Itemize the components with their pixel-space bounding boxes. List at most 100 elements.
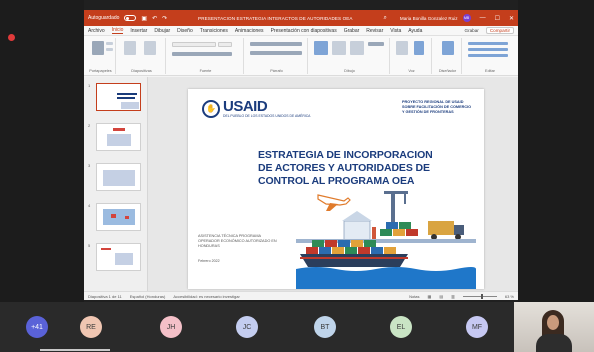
- new-slide-icon[interactable]: [124, 41, 136, 55]
- reading-view-icon[interactable]: ▥: [451, 294, 455, 299]
- find-icon[interactable]: [396, 41, 408, 55]
- thumb-graphic: [103, 170, 135, 186]
- usaid-logo-text: USAID: [223, 98, 268, 115]
- normal-view-icon[interactable]: ▦: [428, 294, 432, 299]
- shape-fill-icon[interactable]: [368, 42, 384, 46]
- participant-avatar[interactable]: EL: [390, 316, 412, 338]
- sorter-view-icon[interactable]: ▤: [439, 294, 443, 299]
- participant-avatar[interactable]: MF: [466, 316, 488, 338]
- save-icon[interactable]: ▣: [141, 15, 147, 22]
- thumb-graphic: [111, 214, 116, 218]
- user-avatar[interactable]: MB: [462, 14, 471, 22]
- editor-workspace: 1 2 3 4 5 ✋ USAID DEL PUEBLO DE LOS ESTA…: [84, 77, 518, 291]
- meeting-stage: Autoguardado ▣ ↶ ↷ PRESENTACION ESTRATEG…: [0, 0, 594, 352]
- autosave-toggle[interactable]: [124, 15, 137, 21]
- tab-insertar[interactable]: Insertar: [130, 28, 147, 34]
- participant-avatar[interactable]: RE: [80, 316, 102, 338]
- tab-vista[interactable]: Vista: [390, 28, 401, 34]
- accessibility-status[interactable]: Accesibilidad: es necesario investigar: [173, 294, 239, 299]
- find-replace-item[interactable]: [468, 42, 508, 45]
- font-format-buttons[interactable]: [172, 52, 232, 56]
- record-button[interactable]: Grabar: [465, 28, 479, 33]
- thumb-graphic: [113, 128, 125, 131]
- thumb-number: 3: [88, 163, 91, 168]
- trade-illustration: [296, 191, 476, 289]
- designer-icon[interactable]: [442, 41, 454, 55]
- slide-thumbnail-5[interactable]: [96, 243, 141, 271]
- quick-styles-icon[interactable]: [350, 41, 364, 55]
- group-voice: Voz: [392, 38, 432, 74]
- tab-dibujar[interactable]: Dibujar: [154, 28, 170, 34]
- tab-grabar[interactable]: Grabar: [344, 28, 360, 34]
- tab-animaciones[interactable]: Animaciones: [235, 28, 264, 34]
- thumb-number: 4: [88, 203, 91, 208]
- participant-video-tile[interactable]: [514, 302, 594, 352]
- usaid-logo-sub: DEL PUEBLO DE LOS ESTADOS UNIDOS DE AMÉR…: [223, 114, 311, 118]
- cut-icon[interactable]: [106, 42, 113, 45]
- tab-ayuda[interactable]: Ayuda: [408, 28, 422, 34]
- search-icon[interactable]: ⌕: [384, 15, 387, 22]
- current-slide[interactable]: ✋ USAID DEL PUEBLO DE LOS ESTADOS UNIDOS…: [188, 89, 484, 289]
- language-status[interactable]: Español (Honduras): [130, 294, 166, 299]
- tab-revisar[interactable]: Revisar: [366, 28, 383, 34]
- group-label: Diseñador: [438, 69, 457, 73]
- document-title: PRESENTACION ESTRATEGIA INTERACTOS DE AU…: [198, 15, 353, 21]
- thumb-number: 1: [88, 83, 91, 88]
- participant-avatar[interactable]: JH: [160, 316, 182, 338]
- thumb-graphic: [125, 216, 129, 219]
- group-paragraph: Párrafo: [246, 38, 308, 74]
- select-item[interactable]: [468, 54, 508, 57]
- slide-thumbnail-1[interactable]: [96, 83, 141, 111]
- participant-avatar[interactable]: JC: [236, 316, 258, 338]
- dictate-icon[interactable]: [414, 41, 424, 55]
- align-buttons[interactable]: [250, 51, 302, 55]
- paste-icon[interactable]: [92, 41, 104, 55]
- cargo-ship-icon: [300, 240, 408, 267]
- usaid-seal-icon: ✋: [202, 99, 220, 118]
- copy-icon[interactable]: [106, 48, 113, 51]
- font-name-select[interactable]: [172, 42, 216, 47]
- slide-thumbnail-3[interactable]: [96, 163, 141, 191]
- slide-thumbnails: 1 2 3 4 5: [84, 77, 148, 291]
- ribbon-tabs: Archivo Inicio Insertar Dibujar Diseño T…: [84, 26, 518, 36]
- undo-icon[interactable]: ↶: [152, 15, 157, 22]
- list-buttons[interactable]: [250, 42, 302, 46]
- group-label: Editar: [485, 69, 495, 73]
- title-bar: Autoguardado ▣ ↶ ↷ PRESENTACION ESTRATEG…: [84, 10, 518, 26]
- usaid-wordmark: USAID DEL PUEBLO DE LOS ESTADOS UNIDOS D…: [223, 99, 310, 118]
- tab-archivo[interactable]: Archivo: [88, 28, 105, 34]
- warehouse-icon: [342, 211, 376, 242]
- tab-inicio[interactable]: Inicio: [111, 27, 124, 34]
- shapes-icon[interactable]: [314, 41, 328, 55]
- right-margin: [518, 0, 594, 302]
- thumb-number: 5: [88, 243, 91, 248]
- arrange-icon[interactable]: [332, 41, 346, 55]
- share-button[interactable]: Compartir: [485, 27, 514, 34]
- participant-avatar[interactable]: BT: [314, 316, 336, 338]
- notes-button[interactable]: Notas: [409, 294, 419, 299]
- participant-overflow[interactable]: +41: [26, 316, 48, 338]
- redo-icon[interactable]: ↷: [162, 15, 167, 22]
- zoom-level[interactable]: 63 %: [505, 294, 514, 299]
- tab-presentacion[interactable]: Presentación con diapositivas: [271, 28, 337, 34]
- maximize-icon[interactable]: ☐: [495, 15, 500, 22]
- font-size-select[interactable]: [218, 42, 232, 47]
- water: [296, 267, 476, 289]
- tab-diseno[interactable]: Diseño: [177, 28, 193, 34]
- user-name[interactable]: Maria Bonilla Gonzalez Ruiz: [400, 16, 458, 21]
- tab-transiciones[interactable]: Transiciones: [200, 28, 228, 34]
- replace-item[interactable]: [468, 48, 508, 51]
- thumb-map: [103, 209, 135, 225]
- thumb-graphic: [107, 134, 131, 146]
- slide-thumbnail-2[interactable]: [96, 123, 141, 151]
- usaid-logo: ✋ USAID DEL PUEBLO DE LOS ESTADOS UNIDOS…: [202, 99, 310, 118]
- left-margin: [0, 0, 84, 302]
- group-designer: Diseñador: [434, 38, 462, 74]
- zoom-slider[interactable]: [462, 293, 497, 299]
- group-label: Párrafo: [270, 69, 283, 73]
- minimize-icon[interactable]: —: [480, 15, 486, 21]
- reuse-slides-icon[interactable]: [144, 41, 156, 55]
- thumb-graphic: [121, 102, 139, 109]
- close-icon[interactable]: ✕: [509, 15, 514, 22]
- slide-thumbnail-4[interactable]: [96, 203, 141, 231]
